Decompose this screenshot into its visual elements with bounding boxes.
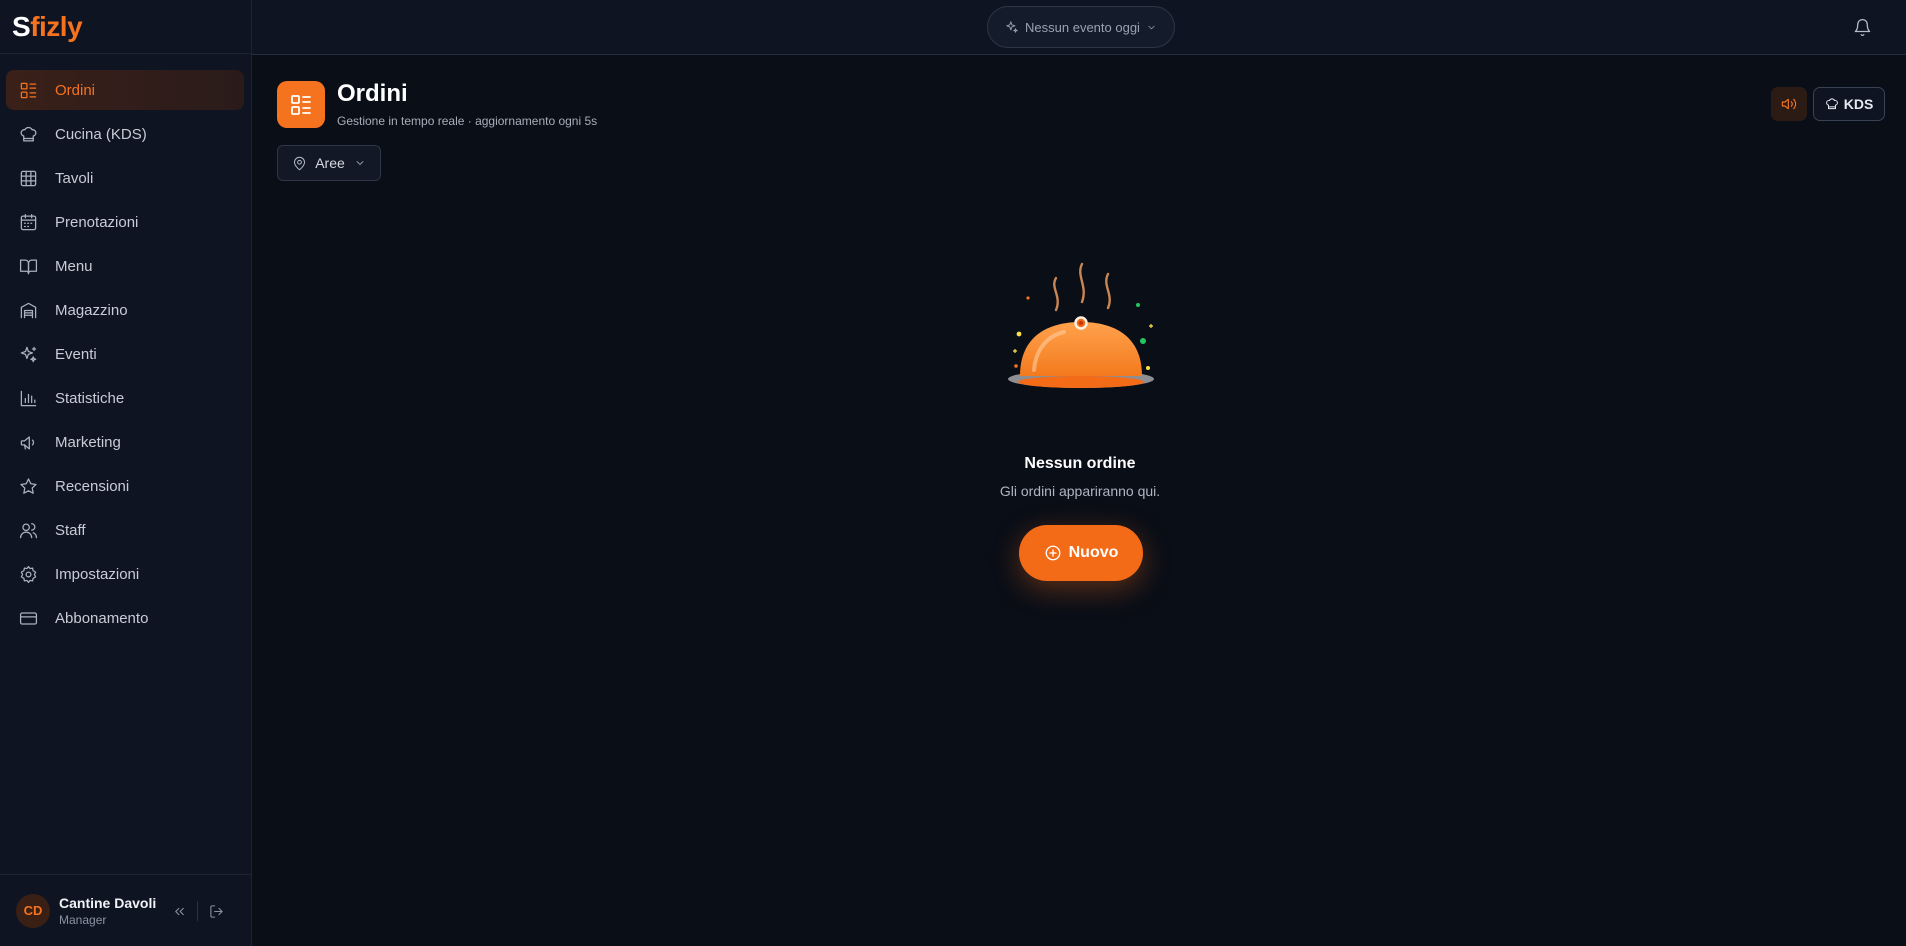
event-selector[interactable]: Nessun evento oggi (987, 6, 1175, 48)
book-icon (18, 256, 38, 276)
cloche-illustration (1008, 262, 1154, 388)
sidebar-item-tavoli[interactable]: Tavoli (6, 158, 244, 198)
page-icon (277, 81, 325, 128)
new-order-button[interactable]: Nuovo (1019, 525, 1143, 581)
orders-list-icon (18, 80, 38, 100)
megaphone-icon (18, 432, 38, 452)
sidebar-item-statistiche[interactable]: Statistiche (6, 378, 244, 418)
bell-icon (1854, 18, 1870, 36)
sidebar-item-label: Tavoli (55, 169, 94, 187)
sidebar-item-label: Staff (55, 521, 86, 539)
logo-first-letter: S (12, 10, 31, 42)
bar-chart-icon (18, 388, 38, 408)
brand-logo[interactable]: Sfizly (12, 10, 83, 43)
grid-table-icon (18, 168, 38, 188)
calendar-icon (18, 212, 38, 232)
volume-icon (1781, 98, 1797, 110)
sidebar-item-label: Ordini (55, 81, 96, 99)
map-pin-icon (294, 156, 306, 170)
new-order-label: Nuovo (1068, 544, 1119, 561)
sidebar-item-menu[interactable]: Menu (6, 246, 244, 286)
sparkles-icon (1006, 21, 1018, 33)
sidebar-item-marketing[interactable]: Marketing (6, 422, 244, 462)
sidebar-item-recensioni[interactable]: Recensioni (6, 466, 244, 506)
plus-circle-icon (1045, 545, 1061, 561)
sidebar: Sfizly Ordini Cucina (KDS) Tavoli Prenot… (0, 0, 252, 946)
chevrons-left-icon (174, 907, 184, 915)
sidebar-item-label: Magazzino (55, 301, 128, 319)
sidebar-item-label: Cucina (KDS) (55, 125, 147, 143)
collapse-sidebar-button[interactable] (167, 899, 191, 923)
footer-actions (167, 899, 228, 923)
warehouse-icon (18, 300, 38, 320)
sidebar-item-prenotazioni[interactable]: Prenotazioni (6, 202, 244, 242)
sound-toggle-button[interactable] (1771, 87, 1807, 121)
areas-filter-button[interactable]: Aree (277, 145, 381, 181)
chevron-down-icon (1148, 25, 1155, 29)
logout-button[interactable] (204, 899, 228, 923)
sidebar-item-cucina[interactable]: Cucina (KDS) (6, 114, 244, 154)
orders-list-icon (291, 94, 311, 115)
users-icon (18, 520, 38, 540)
chef-hat-icon (1825, 98, 1838, 110)
sidebar-item-label: Impostazioni (55, 565, 140, 583)
credit-card-icon (18, 608, 38, 628)
page-title: Ordini (337, 80, 408, 107)
sidebar-item-staff[interactable]: Staff (6, 510, 244, 550)
user-info: Cantine Davoli Manager (59, 895, 156, 927)
sidebar-item-magazzino[interactable]: Magazzino (6, 290, 244, 330)
logout-icon (209, 904, 223, 918)
sidebar-item-label: Eventi (55, 345, 97, 363)
kds-button[interactable]: KDS (1813, 87, 1885, 121)
user-name: Cantine Davoli (59, 894, 157, 911)
notifications-button[interactable] (1850, 15, 1874, 39)
sparkles-icon (18, 344, 38, 364)
sidebar-nav: Ordini Cucina (KDS) Tavoli Prenotazioni … (0, 54, 251, 638)
sidebar-item-ordini[interactable]: Ordini (6, 70, 244, 110)
sidebar-item-label: Abbonamento (55, 609, 149, 627)
user-role: Manager (59, 912, 107, 927)
sidebar-item-label: Statistiche (55, 389, 125, 407)
kds-button-label: KDS (1843, 96, 1874, 112)
sidebar-item-label: Marketing (55, 433, 121, 451)
sidebar-item-label: Menu (55, 257, 93, 275)
empty-state-title: Nessun ordine (1024, 455, 1136, 472)
gear-icon (18, 564, 38, 584)
empty-state-subtitle: Gli ordini appariranno qui. (999, 483, 1161, 499)
sidebar-item-label: Prenotazioni (55, 213, 139, 231)
logo-area: Sfizly (0, 0, 251, 54)
sidebar-item-label: Recensioni (55, 477, 130, 495)
star-icon (18, 476, 38, 496)
event-selector-label: Nessun evento oggi (1025, 19, 1140, 35)
chevron-down-icon (356, 161, 364, 165)
logo-rest: fizly (30, 10, 83, 42)
sidebar-item-impostazioni[interactable]: Impostazioni (6, 554, 244, 594)
areas-filter-label: Aree (315, 155, 345, 171)
sidebar-item-abbonamento[interactable]: Abbonamento (6, 598, 244, 638)
chef-hat-icon (18, 124, 38, 144)
sidebar-item-eventi[interactable]: Eventi (6, 334, 244, 374)
footer-divider (197, 901, 198, 921)
avatar[interactable]: CD (16, 893, 50, 928)
topbar: Nessun evento oggi (252, 0, 1906, 55)
page-subtitle: Gestione in tempo reale · aggiornamento … (337, 114, 598, 128)
sidebar-footer: CD Cantine Davoli Manager (0, 874, 252, 946)
